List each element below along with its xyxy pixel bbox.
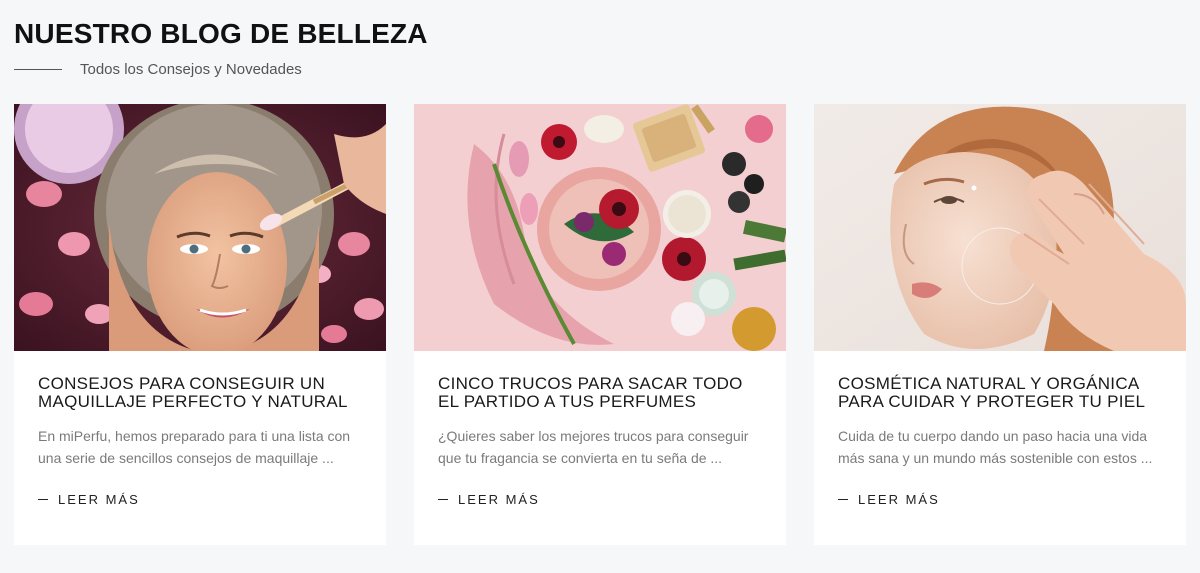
blog-card-image[interactable] <box>814 104 1186 351</box>
read-more-label: LEER MÁS <box>58 492 140 507</box>
blog-card-title[interactable]: CINCO TRUCOS PARA SACAR TODO EL PARTIDO … <box>438 375 762 411</box>
spa-facial-photo <box>14 104 386 351</box>
section-subtitle: Todos los Consejos y Novedades <box>80 60 302 78</box>
blog-card-excerpt: En miPerfu, hemos preparado para ti una … <box>38 428 351 466</box>
blog-card-title[interactable]: COSMÉTICA NATURAL Y ORGÁNICA PARA CUIDAR… <box>838 375 1162 411</box>
read-more-link[interactable]: LEER MÁS <box>438 492 540 507</box>
blog-card-excerpt: Cuida de tu cuerpo dando un paso hacia u… <box>838 428 1153 466</box>
blog-section: NUESTRO BLOG DE BELLEZA Todos los Consej… <box>0 0 1200 573</box>
dash-icon <box>438 499 448 500</box>
blog-card-title[interactable]: CONSEJOS PARA CONSEGUIR UN MAQUILLAJE PE… <box>38 375 362 411</box>
blog-card: CINCO TRUCOS PARA SACAR TODO EL PARTIDO … <box>414 104 786 545</box>
blog-card-excerpt: ¿Quieres saber los mejores trucos para c… <box>438 428 749 466</box>
dash-icon <box>838 499 848 500</box>
skincare-model-photo <box>814 104 1186 351</box>
blog-card: COSMÉTICA NATURAL Y ORGÁNICA PARA CUIDAR… <box>814 104 1186 545</box>
read-more-label: LEER MÁS <box>458 492 540 507</box>
subtitle-divider <box>14 68 62 70</box>
blog-card-list: CONSEJOS PARA CONSEGUIR UN MAQUILLAJE PE… <box>14 104 1186 545</box>
flatlay-flowers-photo <box>414 104 786 351</box>
section-title: NUESTRO BLOG DE BELLEZA <box>14 18 428 49</box>
blog-card: CONSEJOS PARA CONSEGUIR UN MAQUILLAJE PE… <box>14 104 386 545</box>
blog-card-image[interactable] <box>14 104 386 351</box>
section-subtitle-row: Todos los Consejos y Novedades <box>14 59 302 79</box>
blog-card-body: CINCO TRUCOS PARA SACAR TODO EL PARTIDO … <box>414 351 786 469</box>
blog-card-body: CONSEJOS PARA CONSEGUIR UN MAQUILLAJE PE… <box>14 351 386 469</box>
read-more-link[interactable]: LEER MÁS <box>838 492 940 507</box>
read-more-link[interactable]: LEER MÁS <box>38 492 140 507</box>
read-more-label: LEER MÁS <box>858 492 940 507</box>
blog-card-image[interactable] <box>414 104 786 351</box>
dash-icon <box>38 499 48 500</box>
blog-card-body: COSMÉTICA NATURAL Y ORGÁNICA PARA CUIDAR… <box>814 351 1186 469</box>
